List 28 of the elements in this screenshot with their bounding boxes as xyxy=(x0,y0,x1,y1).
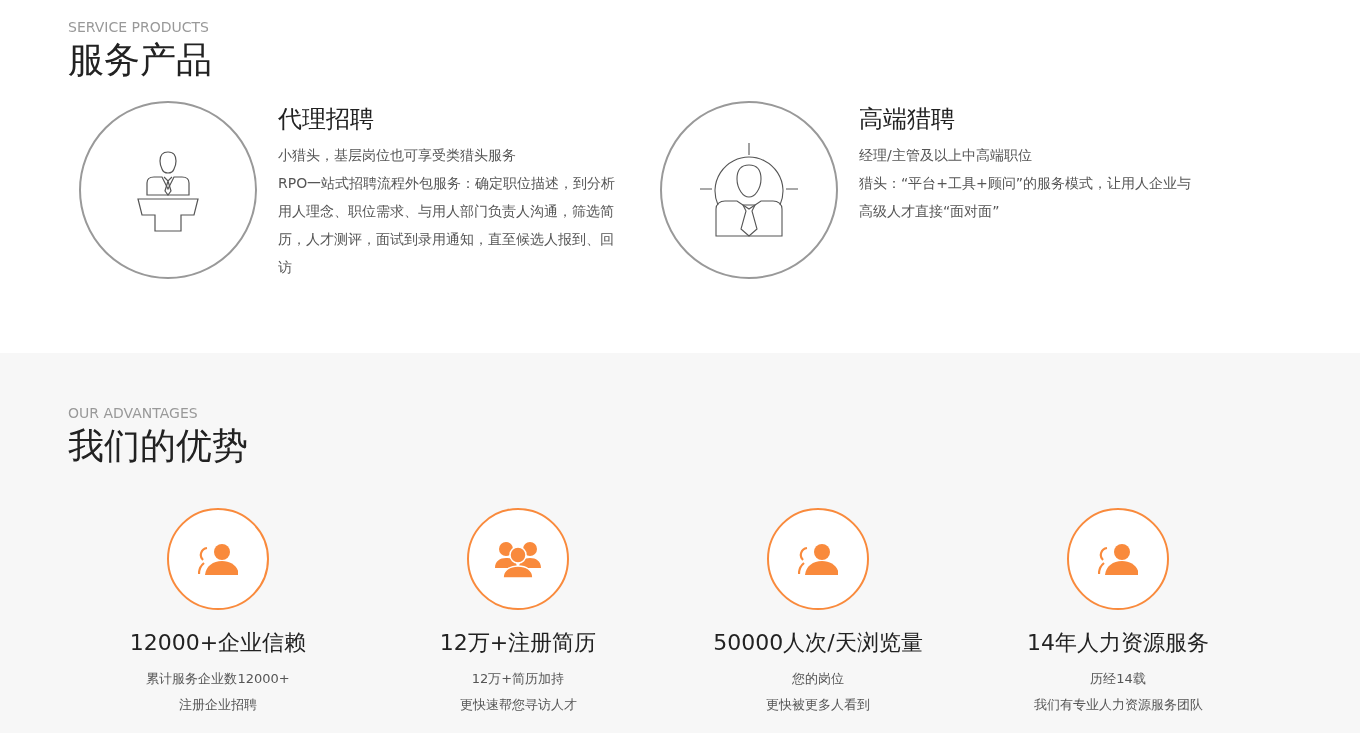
section-title: 我们的优势 xyxy=(68,424,249,468)
section-eyebrow: OUR ADVANTAGES xyxy=(68,404,199,422)
advantage-headline: 50000人次/天浏览量 xyxy=(713,629,923,657)
advantage-description: 历经14载 xyxy=(1090,670,1146,688)
user-icon xyxy=(1098,543,1138,575)
advantage-headline: 12万+注册简历 xyxy=(439,629,597,657)
person-in-target-icon xyxy=(700,143,798,237)
advantage-description: 您的岗位 xyxy=(792,670,844,688)
section-eyebrow: SERVICE PRODUCTS xyxy=(68,18,210,36)
service-title: 高端猎聘 xyxy=(859,104,956,135)
group-of-people-icon xyxy=(495,540,541,578)
service-description: 小猎头，基层岗位也可享受类猎头服务 xyxy=(278,146,517,165)
advantage-description: 累计服务企业数12000+ xyxy=(146,670,290,688)
user-icon xyxy=(798,543,838,575)
advantage-description: 注册企业招聘 xyxy=(179,696,257,714)
section-title: 服务产品 xyxy=(68,38,213,82)
service-description: 猎头：“平台+工具+顾问”的服务模式，让用人企业与高级人才直接“面对面” xyxy=(859,174,1192,221)
advantage-description: 更快速帮您寻访人才 xyxy=(459,696,577,714)
advantage-description: 12万+简历加持 xyxy=(471,670,565,688)
advantage-description: 我们有专业人力资源服务团队 xyxy=(1033,696,1203,714)
advantage-description: 更快被更多人看到 xyxy=(766,696,870,714)
advantage-headline: 14年人力资源服务 xyxy=(1027,629,1209,657)
user-icon xyxy=(198,543,238,575)
advantage-headline: 12000+企业信赖 xyxy=(129,629,307,657)
service-description: RPO一站式招聘流程外包服务：确定职位描述，到分析用人理念、职位需求、与用人部门负责人沟通，筛选简历，人才测评，面试到录用通知，直至候选人报到、回访 xyxy=(278,174,617,277)
speaker-at-podium-icon xyxy=(137,148,199,232)
service-description: 经理/主管及以上中高端职位 xyxy=(859,146,1033,165)
service-title: 代理招聘 xyxy=(278,104,375,135)
